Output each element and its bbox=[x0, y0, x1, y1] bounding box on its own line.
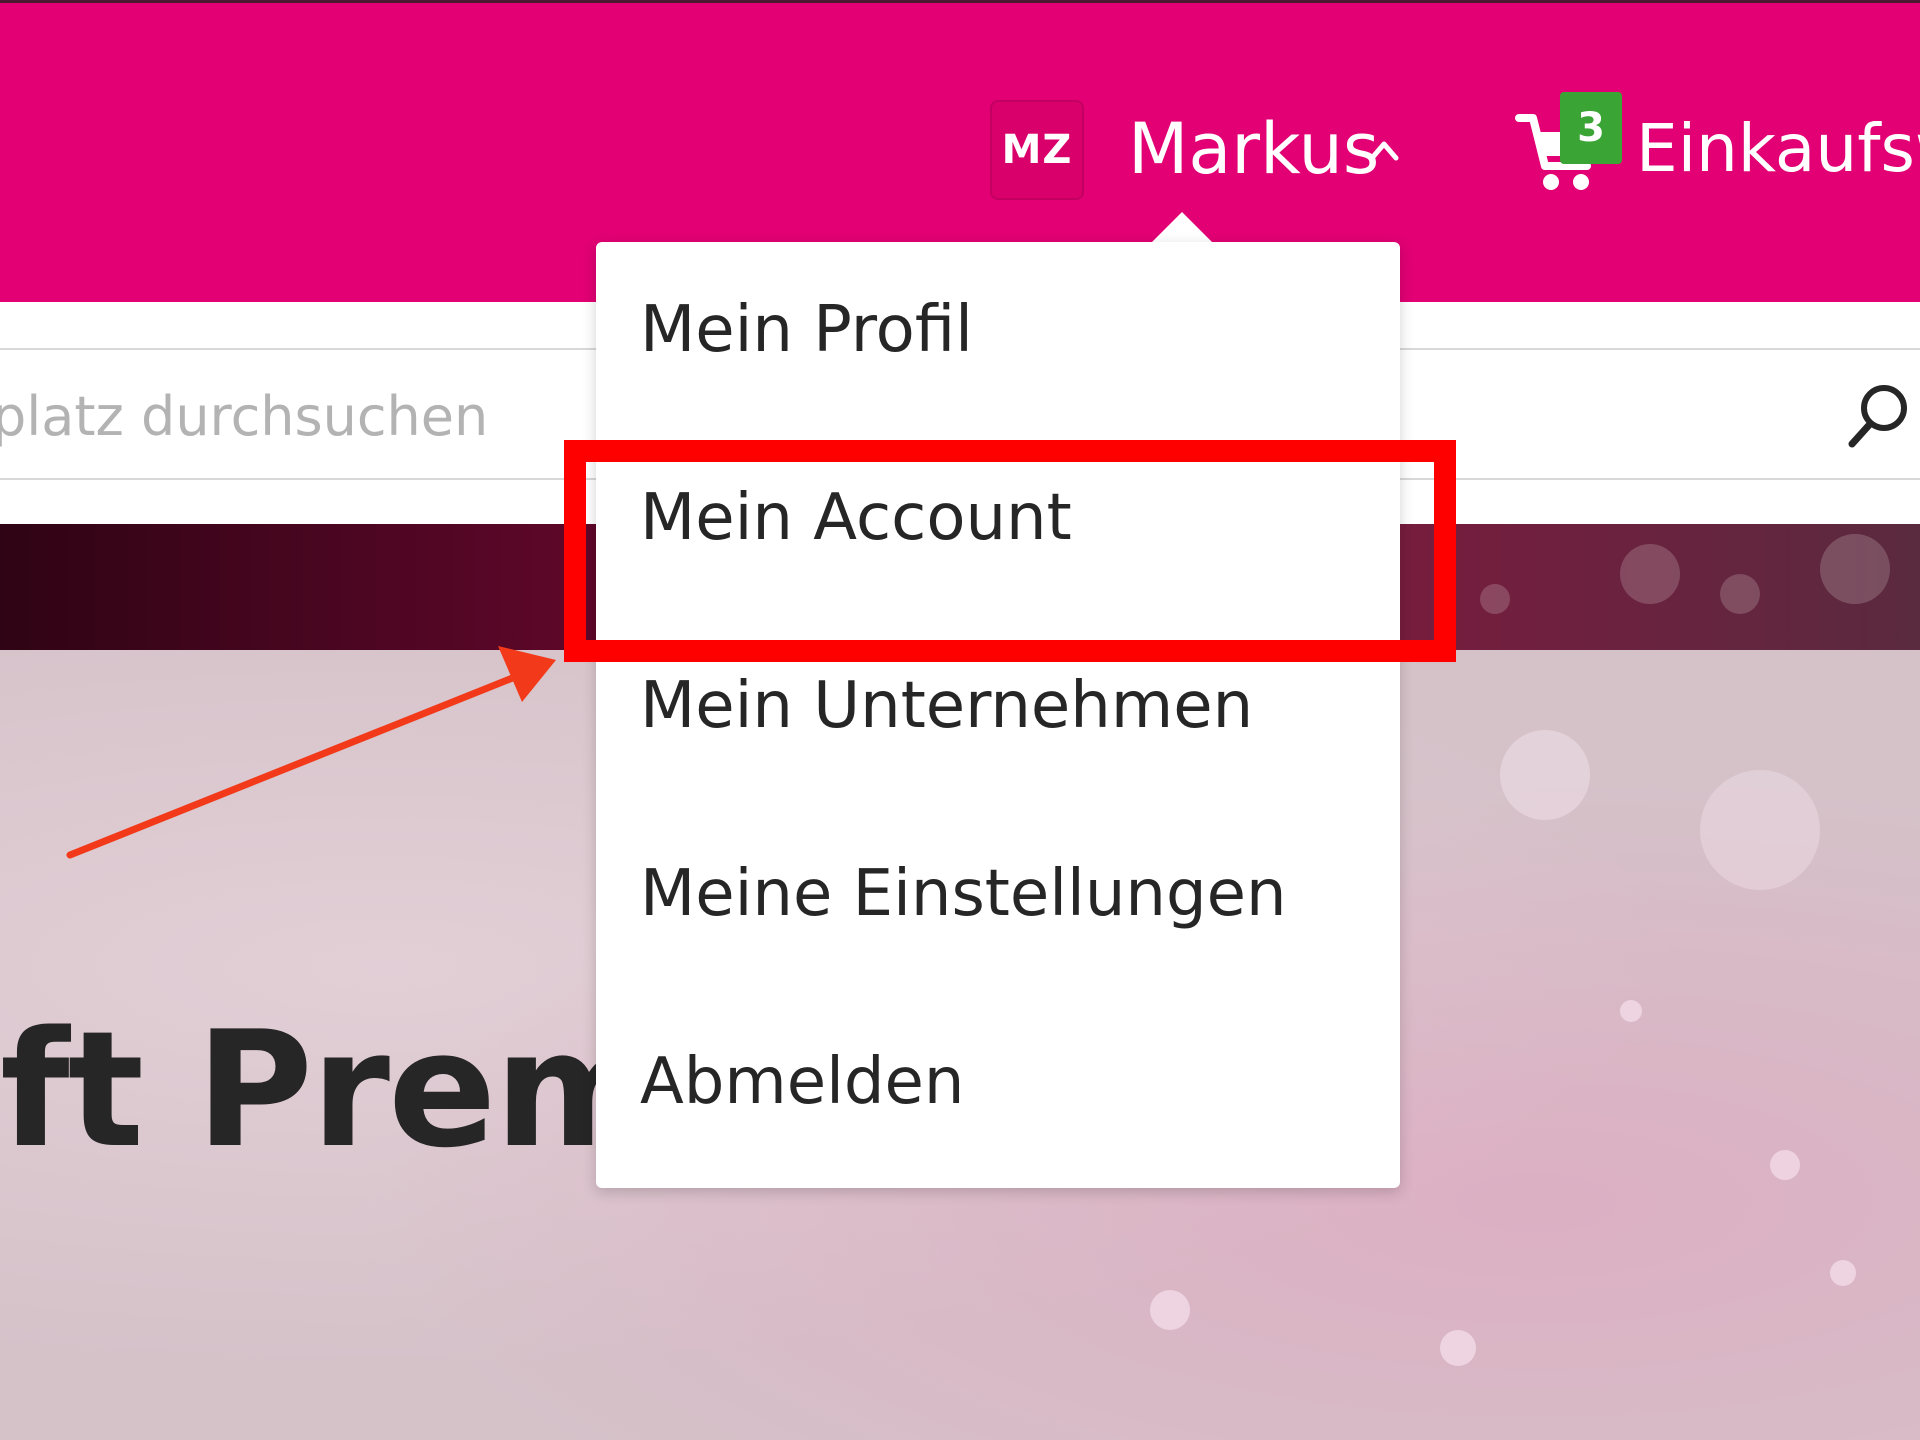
header-top-border bbox=[0, 0, 1920, 3]
search-input-placeholder: platz durchsuchen bbox=[0, 385, 489, 448]
chevron-up-icon[interactable] bbox=[1368, 134, 1400, 166]
menu-item-meine-einstellungen[interactable]: Meine Einstellungen bbox=[596, 800, 1400, 988]
cart-count-badge: 3 bbox=[1560, 92, 1622, 164]
user-menu-toggle[interactable]: Markus bbox=[1128, 104, 1379, 194]
user-avatar[interactable]: MZ bbox=[990, 100, 1084, 200]
user-dropdown-menu: Mein Profil Mein Account Mein Unternehme… bbox=[596, 242, 1400, 1188]
search-icon[interactable] bbox=[1846, 380, 1910, 450]
annotation-highlight-box bbox=[564, 440, 1456, 662]
menu-item-mein-profil[interactable]: Mein Profil bbox=[596, 236, 1400, 424]
cart-link-label[interactable]: Einkaufsw bbox=[1636, 104, 1920, 194]
page: MZ Markus 3 Einkaufsw platz durchsuchen bbox=[0, 0, 1920, 1440]
menu-item-abmelden[interactable]: Abmelden bbox=[596, 988, 1400, 1176]
